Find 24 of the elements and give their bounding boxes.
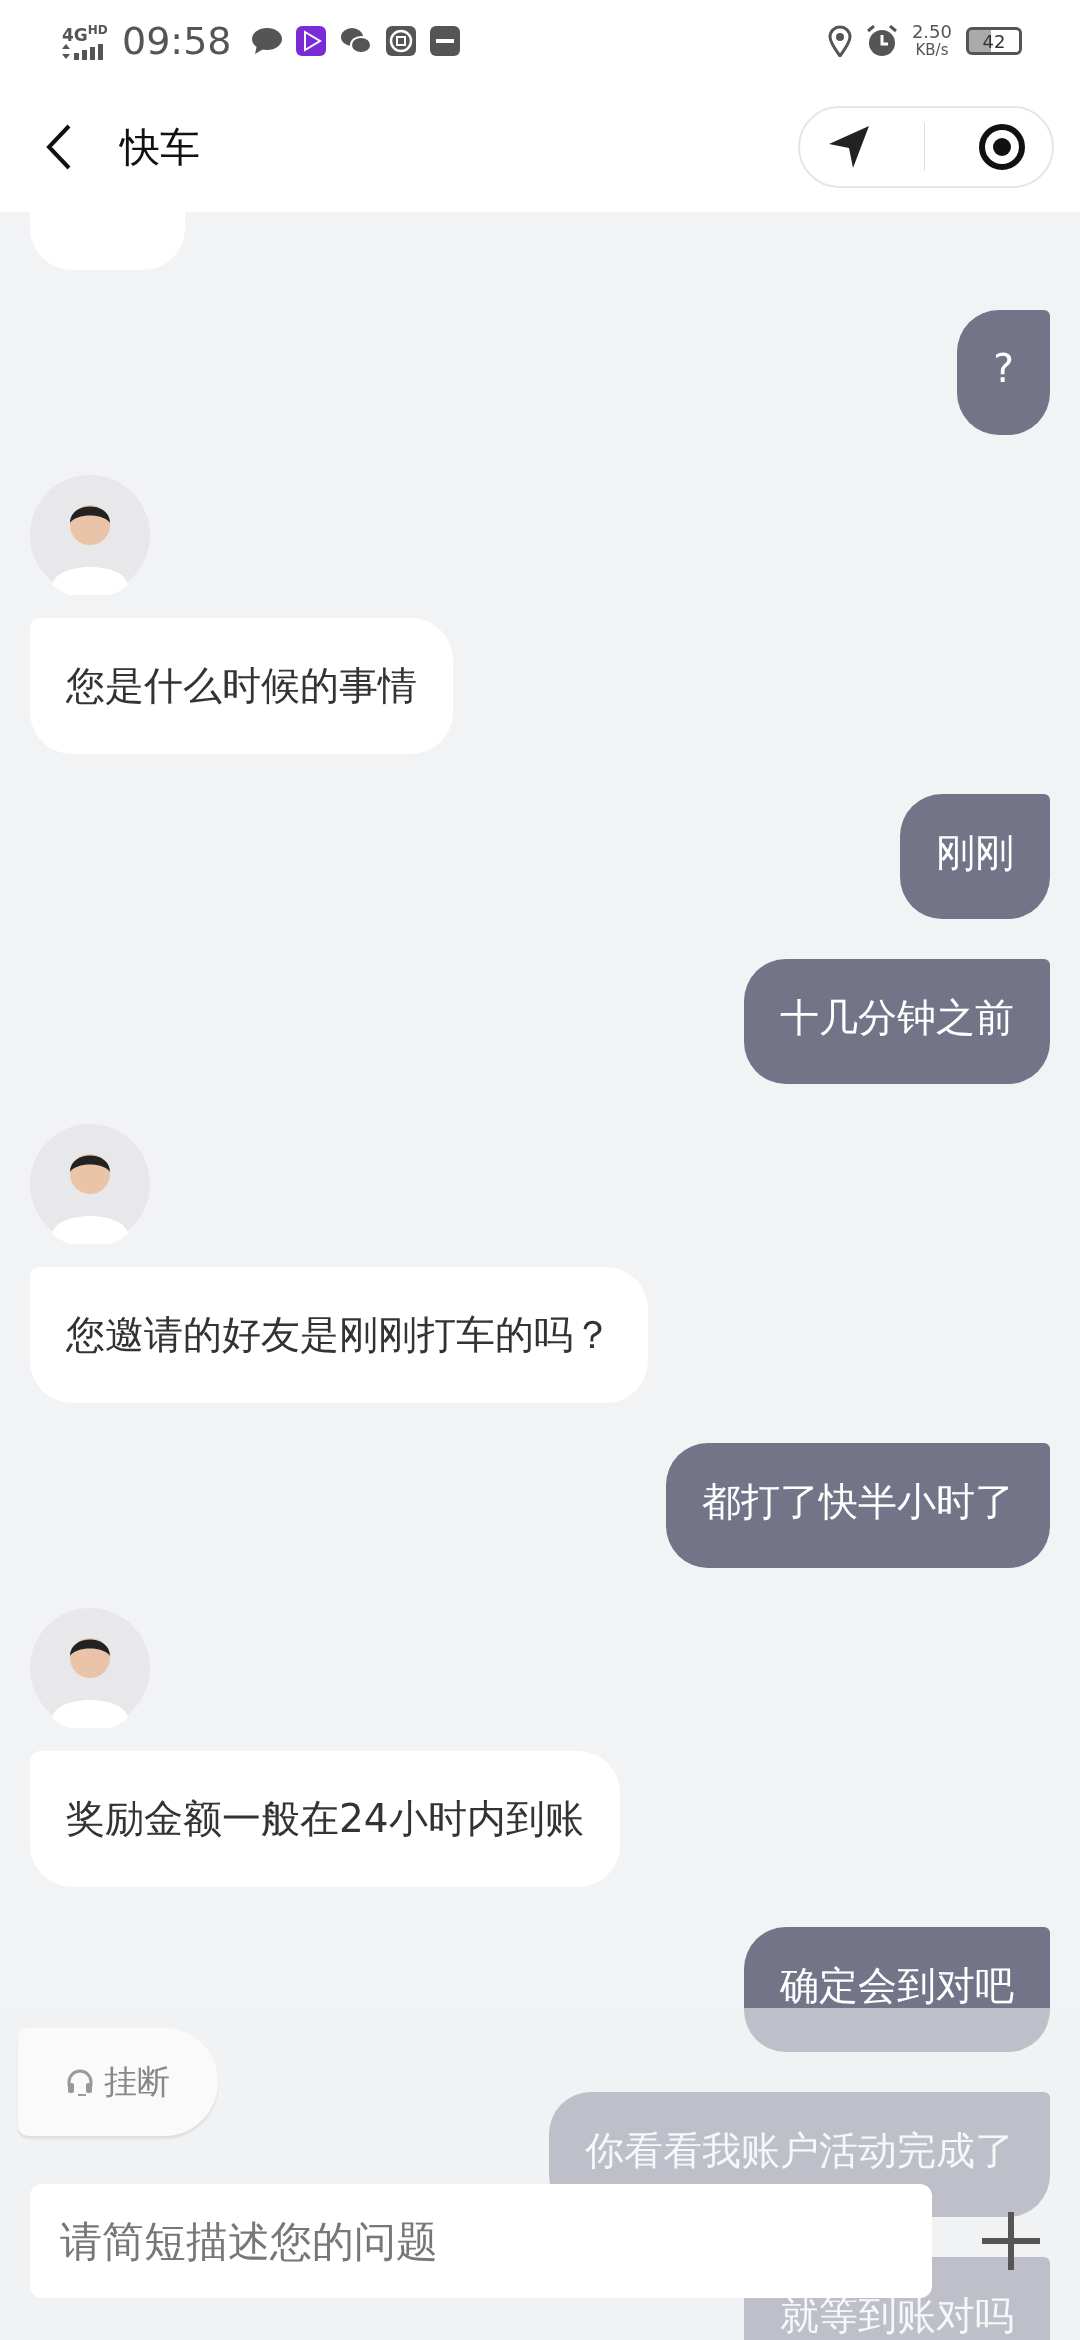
chat-bubble-icon — [251, 27, 282, 55]
page-title: 快车 — [120, 122, 201, 172]
target-icon[interactable] — [977, 123, 1026, 171]
network-type: 4G$^{HD}$ — [62, 21, 108, 44]
headset-icon — [66, 2068, 94, 2096]
message-input[interactable]: 请简短描述您的问题 — [30, 2184, 932, 2298]
speed-unit: KB/s — [915, 41, 949, 59]
location-pin-icon — [827, 25, 852, 57]
message-bubble: 您是什么时候的事情 — [30, 618, 453, 754]
clock-time: 09:58 — [122, 19, 232, 63]
message-bubble: 都打了快半小时了 — [666, 1443, 1050, 1568]
hang-up-button[interactable]: 挂断 — [18, 2028, 218, 2136]
message-bubble: 十几分钟之前 — [744, 959, 1050, 1084]
message-bubble: ? — [957, 310, 1050, 435]
alarm-icon — [865, 25, 898, 57]
plus-icon[interactable] — [982, 2212, 1040, 2270]
back-icon[interactable] — [46, 124, 72, 170]
message-bubble: 确定会到对吧 — [744, 1927, 1050, 2052]
battery-level: 42 — [982, 30, 1006, 52]
play-app-icon — [295, 26, 326, 56]
network-speed: 2.50 — [911, 23, 952, 41]
message-bubble: 您邀请的好友是刚刚打车的吗？ — [30, 1267, 648, 1403]
message-bubble: 刚刚 — [900, 794, 1050, 919]
message-bubble: 奖励金额一般在24小时内到账 — [30, 1751, 620, 1887]
